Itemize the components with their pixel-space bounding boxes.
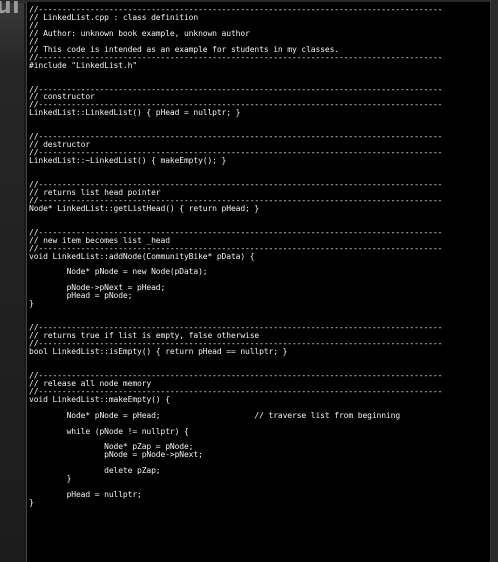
code-line: LinkedList::~LinkedList() { makeEmpty();… <box>29 156 227 166</box>
code-line: #include "LinkedList.h" <box>29 60 138 70</box>
code-line: bool LinkedList::isEmpty() { return pHea… <box>29 346 288 356</box>
code-line: } <box>29 498 34 508</box>
code-line: pHead = nullptr; <box>29 490 142 500</box>
code-listing: //--------------------------------------… <box>27 2 490 507</box>
code-line: LinkedList::LinkedList() { pHead = nullp… <box>29 108 241 118</box>
code-line: Node* LinkedList::getListHead() { return… <box>29 203 260 213</box>
code-line: } <box>29 474 72 484</box>
code-line: void LinkedList::makeEmpty() { <box>29 394 170 404</box>
code-line: pHead = pNode; <box>29 291 133 301</box>
code-line: pNode = pNode->pNext; <box>29 450 203 460</box>
code-line: delete pZap; <box>29 466 161 476</box>
code-line: void LinkedList::addNode(CommunityBike* … <box>29 251 255 261</box>
code-line: // LinkedList.cpp : class definition <box>29 12 199 22</box>
code-line: while (pNode != nullptr) { <box>29 426 189 436</box>
code-line: Node* pNode = pHead; // traverse list fr… <box>29 410 401 420</box>
code-line: Node* pNode = new Node(pData); <box>29 267 208 277</box>
code-line: //--------------------------------------… <box>29 132 443 142</box>
background-window-edge <box>0 0 24 562</box>
code-editor-window[interactable]: //--------------------------------------… <box>26 2 490 562</box>
code-line: //--------------------------------------… <box>29 84 443 94</box>
right-scroll-edge <box>490 0 498 562</box>
background-window-title: ui <box>0 0 21 19</box>
code-line: // Author: unknown book example, unknown… <box>29 28 250 38</box>
code-line: } <box>29 299 34 309</box>
